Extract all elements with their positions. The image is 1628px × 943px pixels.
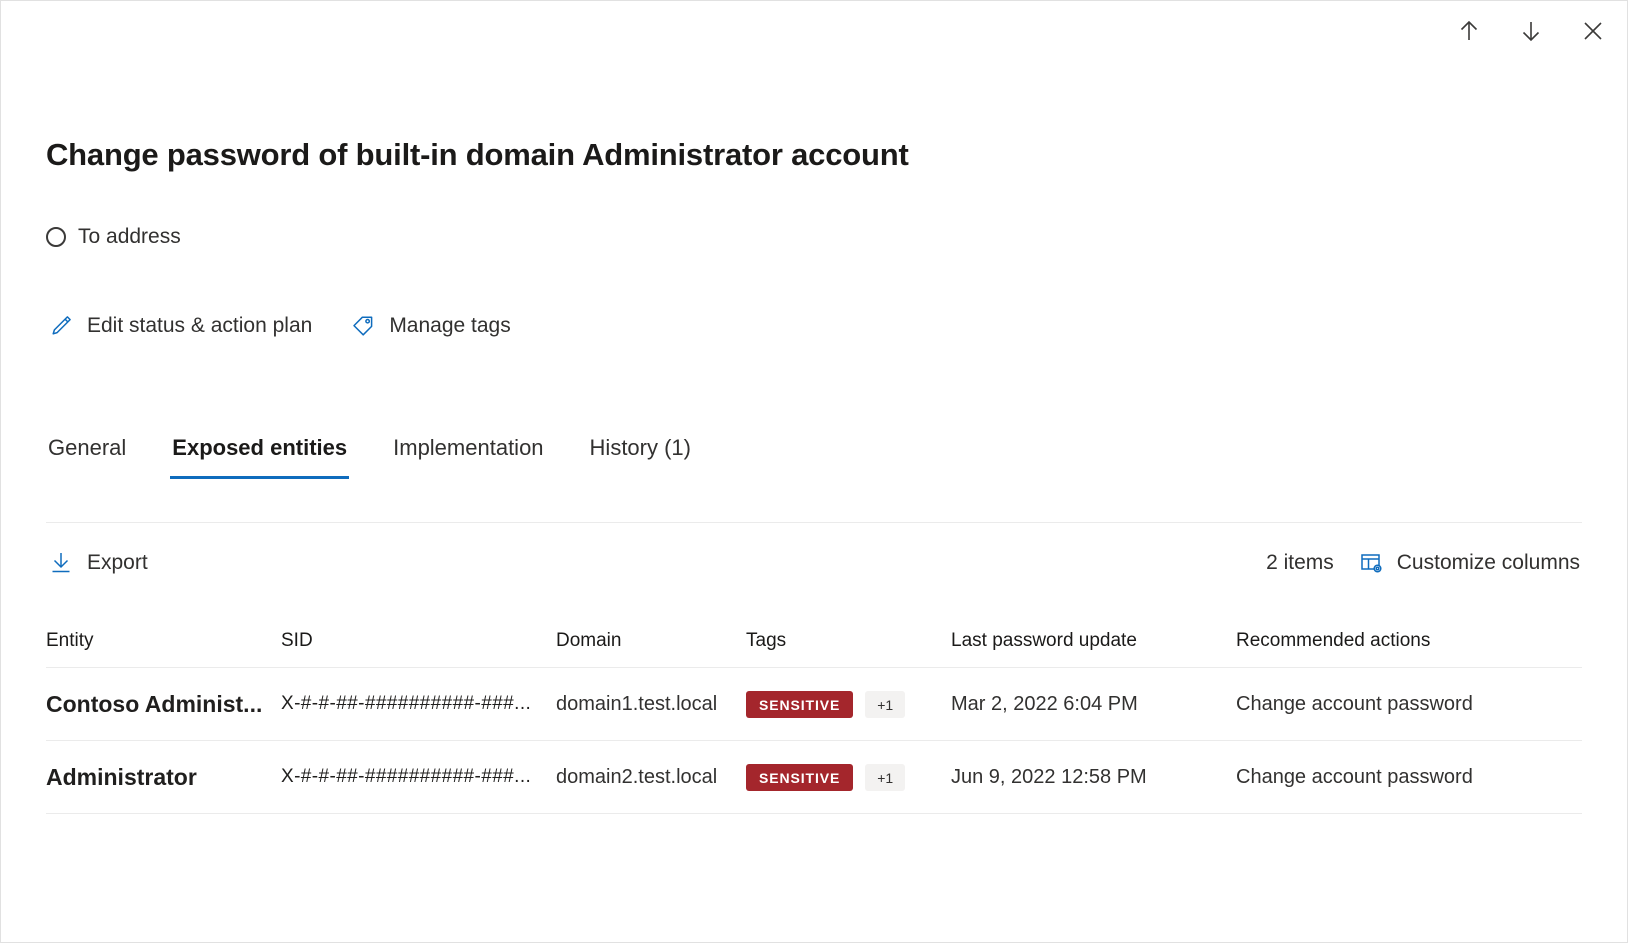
list-toolbar-right: 2 items Customize columns — [1266, 546, 1582, 580]
table-row[interactable]: Administrator X-#-#-##-##########-###...… — [46, 741, 1582, 814]
cell-last-password-update: Jun 9, 2022 12:58 PM — [951, 766, 1236, 789]
download-icon — [48, 550, 74, 576]
tab-list: General Exposed entities Implementation … — [46, 435, 693, 479]
command-bar: Edit status & action plan Manage tags — [46, 309, 513, 343]
close-icon — [1580, 18, 1606, 44]
pencil-icon — [48, 313, 74, 339]
tag-icon — [350, 313, 376, 339]
cell-recommended-action: Change account password — [1236, 693, 1582, 716]
status-badge: SENSITIVE — [746, 764, 853, 791]
cell-tags: SENSITIVE +1 — [746, 764, 951, 791]
domain-value: domain2.test.local — [556, 766, 717, 788]
recommended-action-value: Change account password — [1236, 693, 1473, 715]
column-header-domain[interactable]: Domain — [556, 630, 746, 652]
column-header-tags[interactable]: Tags — [746, 630, 951, 652]
cell-tags: SENSITIVE +1 — [746, 691, 951, 718]
status-indicator: To address — [46, 225, 181, 249]
tag-overflow-badge[interactable]: +1 — [865, 691, 905, 718]
arrow-up-icon — [1456, 18, 1482, 44]
status-label: To address — [78, 225, 181, 249]
nav-up-button[interactable] — [1445, 7, 1493, 55]
column-header-last-password-update[interactable]: Last password update — [951, 630, 1236, 652]
status-badge: SENSITIVE — [746, 691, 853, 718]
item-count: 2 items — [1266, 551, 1334, 575]
entity-name: Contoso Administ... — [46, 691, 267, 718]
table-row[interactable]: Contoso Administ... X-#-#-##-##########-… — [46, 668, 1582, 741]
arrow-down-icon — [1518, 18, 1544, 44]
customize-columns-label: Customize columns — [1397, 551, 1580, 575]
window-controls — [1445, 7, 1617, 55]
tab-divider — [46, 522, 1582, 523]
export-label: Export — [87, 551, 148, 575]
tab-implementation[interactable]: Implementation — [391, 435, 545, 479]
list-toolbar-left: Export — [46, 546, 150, 580]
domain-value: domain1.test.local — [556, 693, 717, 715]
manage-tags-label: Manage tags — [389, 314, 510, 338]
table-header-row: Entity SID Domain Tags Last password upd… — [46, 615, 1582, 668]
cell-sid: X-#-#-##-##########-###... — [281, 766, 556, 788]
export-button[interactable]: Export — [46, 546, 150, 580]
close-button[interactable] — [1569, 7, 1617, 55]
cell-entity: Contoso Administ... — [46, 691, 281, 718]
last-password-update-value: Jun 9, 2022 12:58 PM — [951, 766, 1147, 788]
sid-value: X-#-#-##-##########-###... — [281, 693, 531, 714]
flyout-panel: Change password of built-in domain Admin… — [0, 0, 1628, 943]
customize-columns-icon — [1358, 550, 1384, 576]
tab-general[interactable]: General — [46, 435, 128, 479]
page-title: Change password of built-in domain Admin… — [46, 137, 909, 173]
edit-status-action-plan-label: Edit status & action plan — [87, 314, 312, 338]
cell-entity: Administrator — [46, 764, 281, 791]
exposed-entities-table: Entity SID Domain Tags Last password upd… — [46, 615, 1582, 814]
last-password-update-value: Mar 2, 2022 6:04 PM — [951, 693, 1138, 715]
cell-recommended-action: Change account password — [1236, 766, 1582, 789]
entity-name: Administrator — [46, 764, 267, 791]
recommended-action-value: Change account password — [1236, 766, 1473, 788]
cell-last-password-update: Mar 2, 2022 6:04 PM — [951, 693, 1236, 716]
tab-history[interactable]: History (1) — [588, 435, 693, 479]
column-header-sid[interactable]: SID — [281, 630, 556, 652]
sid-value: X-#-#-##-##########-###... — [281, 766, 531, 787]
column-header-entity[interactable]: Entity — [46, 630, 281, 652]
tag-overflow-badge[interactable]: +1 — [865, 764, 905, 791]
edit-status-action-plan-button[interactable]: Edit status & action plan — [46, 309, 314, 343]
cell-domain: domain2.test.local — [556, 766, 746, 789]
cell-sid: X-#-#-##-##########-###... — [281, 693, 556, 715]
status-circle-icon — [46, 227, 66, 247]
cell-domain: domain1.test.local — [556, 693, 746, 716]
column-header-recommended-actions[interactable]: Recommended actions — [1236, 630, 1582, 652]
customize-columns-button[interactable]: Customize columns — [1356, 546, 1582, 580]
manage-tags-button[interactable]: Manage tags — [348, 309, 512, 343]
list-toolbar: Export 2 items Customize columns — [46, 541, 1582, 585]
tab-exposed-entities[interactable]: Exposed entities — [170, 435, 349, 479]
nav-down-button[interactable] — [1507, 7, 1555, 55]
